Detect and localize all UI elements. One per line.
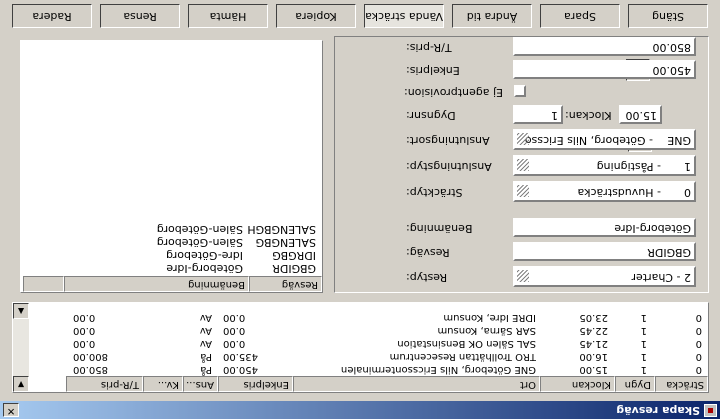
list-item[interactable]: IDRGBG Idre-Göteborg xyxy=(23,249,322,262)
scroll-down-icon[interactable]: ▼ xyxy=(13,376,29,392)
table-row[interactable]: 0 1 22.45 SAR Särna, Konsum 0.00 Av 0.00 xyxy=(29,324,708,337)
title-bar: Skapa resväg ✕ xyxy=(0,401,720,419)
benamning-field[interactable]: Göteborg-Idre xyxy=(513,218,696,237)
restyp-value: 2 - Charter xyxy=(631,271,691,284)
enkelpris-field[interactable]: 450.00 xyxy=(513,60,696,79)
route-form-panel: 2 - Charter Restyp: GBGIDR Resväg: Göteb… xyxy=(334,36,709,293)
trip-table: Sträcka Dygn Klockan Ort Enkelpris Ans..… xyxy=(12,302,709,393)
col-header-benamning[interactable]: Benämning xyxy=(64,276,249,292)
close-icon[interactable]: ✕ xyxy=(3,403,19,417)
tab-stang[interactable]: Stäng xyxy=(628,4,708,28)
restyp-label: Restyp: xyxy=(406,271,448,284)
dygnsnr-field[interactable]: 1 xyxy=(513,105,563,124)
table-row[interactable]: 0 1 15.00 GNE Göteborg, Nils Ericssonter… xyxy=(29,363,708,376)
trip-table-header: Sträcka Dygn Klockan Ort Enkelpris Ans..… xyxy=(29,376,708,392)
col-header-ans[interactable]: Ans... xyxy=(183,376,218,392)
strackyp-combo[interactable]: 0- Huvudsträcka xyxy=(513,181,696,202)
strackyp-label: Sträcktyp: xyxy=(406,186,463,199)
col-header-klockan[interactable]: Klockan xyxy=(540,376,615,392)
tr-pris-field[interactable]: 850.00 xyxy=(513,37,696,56)
dropdown-icon[interactable] xyxy=(517,133,529,145)
ej-agentprovision-label: Ej agentprovision: xyxy=(404,86,504,99)
window-title: Skapa resväg xyxy=(616,404,700,417)
col-header-kv[interactable]: Kv... xyxy=(143,376,183,392)
tr-pris-label: T/R-pris: xyxy=(406,41,452,54)
dropdown-icon[interactable] xyxy=(517,270,529,282)
table-row[interactable]: 0 1 23.05 IDRE Idre, Konsum 0.00 Av 0.00 xyxy=(29,311,708,324)
col-header-dygn[interactable]: Dygn xyxy=(615,376,655,392)
tab-radera[interactable]: Radera xyxy=(12,4,92,28)
tab-spara[interactable]: Spara xyxy=(540,4,620,28)
scroll-up-icon[interactable]: ▲ xyxy=(13,303,29,319)
col-header-resvag[interactable]: Resväg xyxy=(249,276,322,292)
dygnsnr-label: Dygnsnr: xyxy=(406,109,456,122)
klockan-field[interactable]: 15.00 xyxy=(619,105,662,124)
restyp-combo[interactable]: 2 - Charter xyxy=(513,266,696,287)
anslutningsort-combo[interactable]: GNE- Göteborg, Nils Ericsso xyxy=(513,129,696,150)
dropdown-icon[interactable] xyxy=(517,185,529,197)
trip-table-scrollbar[interactable]: ▼ ▲ xyxy=(13,303,29,392)
resvag-field[interactable]: GBGIDR xyxy=(513,242,696,261)
tab-kopiera[interactable]: Kopiera xyxy=(276,4,356,28)
list-item[interactable]: SALENGBGH Sälen-Göteborg xyxy=(23,223,322,236)
klockan-label: Klockan: xyxy=(565,109,612,122)
list-item[interactable]: SALENGBG Sälen-Göteborg xyxy=(23,236,322,249)
tab-hamta[interactable]: Hämta xyxy=(188,4,268,28)
col-header-filler xyxy=(23,276,64,292)
tab-andra-tid[interactable]: Ändra tid xyxy=(452,4,532,28)
anslutningstyp-label: Anslutningstyp: xyxy=(406,160,492,173)
ej-agentprovision-checkbox[interactable] xyxy=(514,85,526,97)
dropdown-icon[interactable] xyxy=(517,159,529,171)
col-header-tr-pris[interactable]: T/R-pris xyxy=(66,376,143,392)
route-list: Resväg Benämning GBGIDR Göteborg-Idre ID… xyxy=(20,40,323,293)
col-header-stracka[interactable]: Sträcka xyxy=(655,376,708,392)
app-icon xyxy=(704,404,717,417)
benamning-label: Benämning: xyxy=(406,222,473,235)
action-tabs: Stäng Spara Ändra tid Vända sträcka Kopi… xyxy=(0,0,720,32)
list-item[interactable]: GBGIDR Göteborg-Idre xyxy=(23,262,322,275)
resvag-label: Resväg: xyxy=(406,246,450,259)
tab-vanda-stracka[interactable]: Vända sträcka xyxy=(364,4,444,28)
enkelpris-label: Enkelpris: xyxy=(406,64,460,77)
anslutningsort-label: Anslutningsort: xyxy=(406,134,490,147)
anslutningstyp-combo[interactable]: 1- Påstigning xyxy=(513,155,696,176)
table-row[interactable]: 0 1 16.00 TRO Trollhättan Resecentrum 43… xyxy=(29,350,708,363)
table-row[interactable]: 0 1 21.45 SAL Sälen OK Bensinstation 0.0… xyxy=(29,337,708,350)
col-header-ort[interactable]: Ort xyxy=(293,376,540,392)
tab-rensa[interactable]: Rensa xyxy=(100,4,180,28)
col-header-enkelpris[interactable]: Enkelpris xyxy=(218,376,293,392)
